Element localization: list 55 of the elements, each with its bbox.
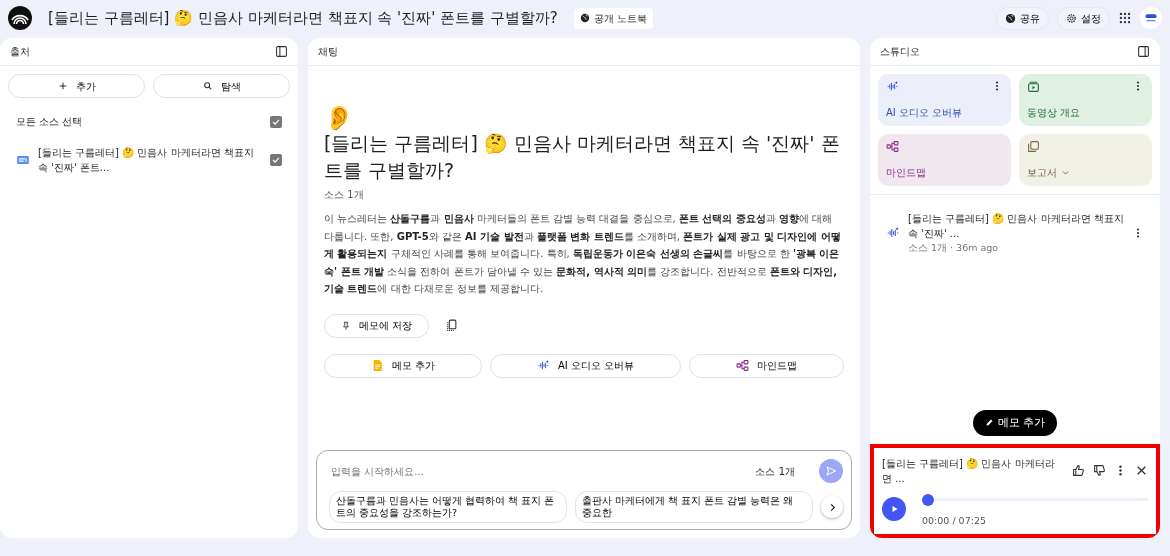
panel-title: 채팅 xyxy=(318,45,338,59)
save-to-note-button[interactable]: 메모에 저장 xyxy=(324,313,430,338)
play-button[interactable] xyxy=(882,496,906,521)
pin-icon xyxy=(341,320,351,331)
ear-emoji: 👂 xyxy=(324,106,355,130)
public-badge: 공개 노트북 xyxy=(573,7,653,29)
thumbs-down-icon[interactable] xyxy=(1093,464,1106,478)
summary-text: 이 뉴스레터는 산돌구름과 민음사 마케터들의 폰트 감별 능력 대결을 중심으로, 폰트 선택의 중요성과 영향에 대해 다룹니다. 또한, GPT-5와 같은 AI 기술 발전과 플랫폼 변화 트렌드를 소개하며, 폰트가 실제 광고 및 디자인에 어떻게 활용되는지 구체적인 사례를 통해 보여줍니다. 특히, 독립운동가 이은숙 선생의 손글씨를 바탕으로 한 '광복 이은숙' 폰트 개발 소식을 전하여 폰트가 담아낼 수 있는 문화적, 역사적 의미를 강조합니다. 전반적으로 폰트와 디자인, 기술 트렌드에 대한 다채로운 정보를 제공합니다. xyxy=(324,212,842,297)
panel-title: 출처 xyxy=(10,45,30,59)
source-count: 소스 1개 xyxy=(755,464,795,479)
pencil-icon xyxy=(984,418,994,428)
mind-map-tile[interactable]: 마인드맵 xyxy=(878,134,1011,186)
add-note-button[interactable]: 메모 추가 xyxy=(324,353,483,378)
apps-grid-icon[interactable] xyxy=(1118,11,1132,25)
video-overview-tile[interactable]: 동영상 개요 xyxy=(1019,74,1152,126)
chevron-down-icon xyxy=(1061,168,1070,177)
audio-overview-tile[interactable]: AI 오디오 오버뷰 xyxy=(878,74,1011,126)
thumbs-up-icon[interactable] xyxy=(1072,464,1085,478)
playback-time: 00:00 / 07:25 xyxy=(922,513,987,528)
mind-map-icon xyxy=(736,359,750,373)
suggestion-chip[interactable]: 출판사 마케터에게 책 표지 폰트 감별 능력은 왜 중요한 xyxy=(575,491,813,523)
settings-button[interactable]: 설정 xyxy=(1057,6,1110,30)
artifact-meta: 소스 1개 · 36m ago xyxy=(908,241,1000,255)
notebook-heading: [들리는 구름레터] 🤔 민음사 마케터라면 책표지 속 '진짜' 폰트를 구별할까? xyxy=(324,131,841,183)
panel-title: 스튜디오 xyxy=(880,45,920,59)
add-button[interactable]: 추가 xyxy=(8,74,145,98)
video-icon xyxy=(1027,80,1040,93)
report-tile[interactable]: 보고서 xyxy=(1019,134,1152,186)
search-icon xyxy=(202,81,213,91)
progress-thumb[interactable] xyxy=(922,493,934,506)
send-icon xyxy=(825,465,837,478)
source-count: 소스 1개 xyxy=(324,188,365,203)
logo-icon[interactable] xyxy=(8,6,32,30)
add-note-button[interactable]: 메모 추가 xyxy=(972,410,1058,436)
mind-map-button[interactable]: 마인드맵 xyxy=(689,353,844,378)
panel-toggle-icon[interactable] xyxy=(275,45,288,58)
select-all-label: 모든 소스 선택 xyxy=(16,115,83,129)
share-button[interactable]: 공유 xyxy=(996,6,1049,30)
suggestion-chip[interactable]: 산돌구름과 민음사는 어떻게 협력하여 책 표지 폰트의 중요성을 강조하는가? xyxy=(329,491,567,523)
sound-wave-icon xyxy=(886,80,899,93)
avatar-icon[interactable] xyxy=(1140,7,1162,29)
checkbox[interactable] xyxy=(270,115,282,128)
checkbox[interactable] xyxy=(270,154,282,166)
audio-overview-button[interactable]: AI 오디오 오버뷰 xyxy=(490,353,682,378)
player-title: [들리는 구름레터] 🤔 민음사 마케터라면 ... xyxy=(882,456,1056,486)
artifact-title[interactable]: [들리는 구름레터] 🤔 민음사 마케터라면 책표지 속 '진짜' ... xyxy=(908,211,1124,241)
next-button[interactable] xyxy=(821,496,843,519)
plus-icon xyxy=(57,81,68,91)
notebook-title: [들리는 구름레터] 🤔 민음사 마케터라면 책표지 속 '진짜' 폰트를 구별할까? xyxy=(48,7,558,29)
explore-button[interactable]: 탐색 xyxy=(153,74,290,98)
check-icon xyxy=(271,155,281,165)
mind-map-icon xyxy=(886,140,899,153)
document-icon xyxy=(16,153,30,167)
source-title[interactable]: [들리는 구름레터] 🤔 민음사 마케터라면 책표지 속 '진짜' 폰트... xyxy=(38,145,262,175)
panel-toggle-icon[interactable] xyxy=(1137,45,1150,58)
